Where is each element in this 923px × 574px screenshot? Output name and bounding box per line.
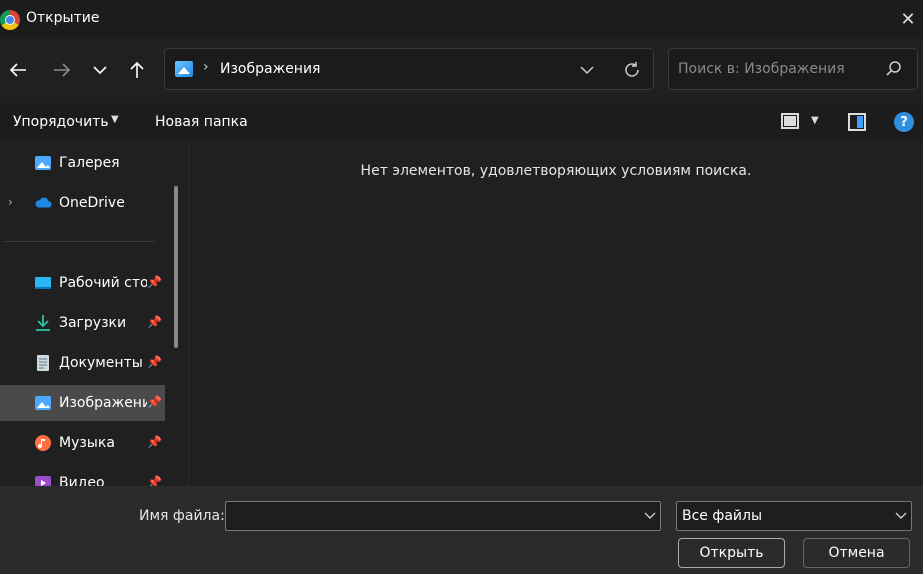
pictures-icon [35,396,51,410]
pictures-icon [175,61,193,77]
empty-results-message: Нет элементов, удовлетворяющих условиям … [360,163,752,179]
search-input[interactable] [678,60,878,78]
title-bar: Открытие ✕ [0,0,923,38]
filename-combobox[interactable] [225,501,661,531]
sidebar-item-label: Изображения [59,395,147,411]
sidebar-item-onedrive[interactable]: › OneDrive [0,185,165,221]
desktop-icon [35,277,51,289]
sidebar-item-label: OneDrive [59,195,125,211]
arrow-up-icon [130,61,144,78]
sidebar-item-label: Рабочий стол [59,275,147,291]
sidebar-item-desktop[interactable]: Рабочий стол 📌 [0,265,165,301]
gallery-icon [35,156,51,170]
filetype-value: Все файлы [682,508,763,524]
breadcrumb-separator: › [203,59,209,75]
help-icon[interactable]: ? [894,112,914,132]
caret-down-icon[interactable]: ▼ [811,115,819,126]
music-icon [35,435,51,451]
cancel-button[interactable]: Отмена [803,538,910,568]
recent-locations-button[interactable] [84,54,116,86]
sidebar-item-label: Документы [59,355,143,371]
organize-button[interactable]: Упорядочить [13,114,109,130]
close-button[interactable]: ✕ [893,4,923,34]
sidebar-item-label: Загрузки [59,315,127,331]
filename-input[interactable] [232,507,632,525]
sidebar-item-label: Музыка [59,435,115,451]
view-mode-icon[interactable] [781,113,799,129]
new-folder-button[interactable]: Новая папка [155,114,248,130]
up-button[interactable] [121,54,153,86]
open-button[interactable]: Открыть [678,538,785,568]
back-button[interactable] [2,54,34,86]
sidebar-item-documents[interactable]: Документы 📌 [0,345,165,381]
forward-button[interactable] [46,54,78,86]
refresh-button[interactable] [620,58,644,82]
chevron-down-icon [93,66,107,75]
sidebar-item-pictures[interactable]: Изображения 📌 [0,385,165,421]
chevron-down-icon[interactable] [644,509,656,523]
download-icon [36,315,50,331]
dialog-footer: Имя файла: Все файлы Открыть Отмена [0,486,923,574]
pin-icon: 📌 [147,475,162,486]
search-box[interactable] [668,48,918,90]
refresh-icon [625,62,639,77]
filename-label: Имя файла: [139,508,225,524]
filetype-select[interactable]: Все файлы [676,501,912,531]
close-icon: ✕ [900,8,916,30]
address-bar[interactable]: › Изображения [164,48,654,90]
sidebar-item-label: Видео [59,475,105,486]
address-dropdown-button[interactable] [577,60,597,80]
sidebar-item-downloads[interactable]: Загрузки 📌 [0,305,165,341]
pin-icon: 📌 [147,315,162,329]
pin-icon: 📌 [147,435,162,449]
pane-divider [188,141,189,486]
pin-icon: 📌 [147,275,162,289]
window-title: Открытие [26,10,100,26]
preview-pane-icon[interactable] [848,113,866,131]
chevron-down-icon [580,66,594,75]
document-icon [37,355,49,371]
sidebar-item-label: Галерея [59,155,120,171]
sidebar-item-video[interactable]: Видео 📌 [0,465,165,486]
search-icon [886,61,901,76]
arrow-left-icon [9,63,26,77]
breadcrumb-current[interactable]: Изображения [220,61,320,77]
cloud-icon [35,197,52,208]
chevron-down-icon [895,509,907,523]
navigation-pane[interactable]: Галерея › OneDrive Рабочий стол 📌 Загруз… [0,141,172,486]
sidebar-divider [4,241,155,242]
sidebar-scrollbar[interactable] [174,186,178,348]
caret-down-icon: ▼ [111,114,119,125]
chrome-app-icon [0,10,20,30]
arrow-right-icon [54,63,71,77]
pin-icon: 📌 [147,395,162,409]
sidebar-item-gallery[interactable]: Галерея [0,145,165,181]
sidebar-item-music[interactable]: Музыка 📌 [0,425,165,461]
chevron-right-icon[interactable]: › [8,195,13,209]
pin-icon: 📌 [147,355,162,369]
video-icon [35,476,51,486]
command-bar: Упорядочить ▼ Новая папка ▼ ? [0,103,923,141]
